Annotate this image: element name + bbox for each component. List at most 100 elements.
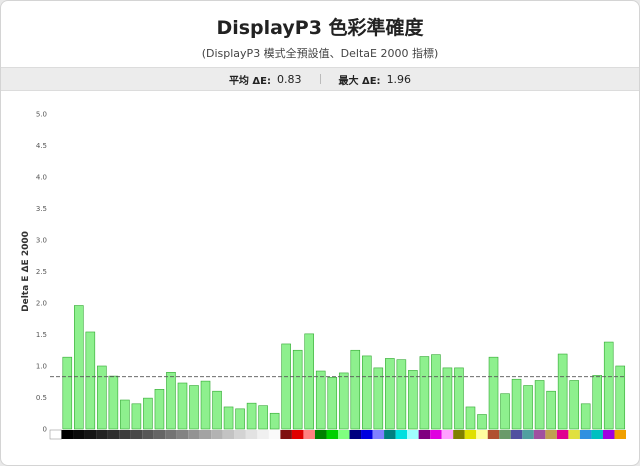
color-swatch bbox=[349, 430, 362, 439]
color-swatch bbox=[96, 430, 108, 439]
maximum-label: 最大 ΔE: bbox=[338, 75, 381, 87]
color-swatch bbox=[510, 430, 523, 439]
bar bbox=[431, 354, 441, 430]
color-swatch bbox=[522, 430, 534, 439]
color-swatch bbox=[430, 430, 442, 439]
stats-bar: 平均 ΔE: 0.83 最大 ΔE: 1.96 bbox=[1, 67, 639, 91]
y-tick-label: 1.5 bbox=[36, 331, 47, 339]
bar bbox=[166, 371, 176, 430]
color-swatch bbox=[533, 430, 546, 439]
bar bbox=[327, 377, 338, 430]
color-swatch bbox=[407, 430, 419, 439]
color-swatch bbox=[107, 430, 120, 439]
bar bbox=[546, 390, 556, 430]
bar bbox=[62, 356, 73, 430]
bar bbox=[603, 341, 614, 430]
y-tick-label: 3.5 bbox=[36, 205, 47, 213]
bar bbox=[74, 305, 84, 430]
chart-title: DisplayP3 色彩準確度 bbox=[216, 17, 424, 39]
bar bbox=[465, 406, 476, 430]
bar bbox=[592, 375, 602, 430]
color-swatch bbox=[280, 430, 292, 439]
color-swatch bbox=[602, 430, 615, 439]
color-swatch bbox=[545, 430, 557, 439]
color-swatch bbox=[165, 430, 177, 439]
bar bbox=[212, 390, 222, 430]
color-swatch bbox=[234, 430, 246, 439]
bar bbox=[557, 353, 568, 430]
stats-divider bbox=[319, 74, 321, 84]
bar bbox=[85, 331, 96, 430]
y-tick-label: 0.5 bbox=[36, 394, 47, 402]
bar bbox=[200, 380, 211, 430]
bar bbox=[385, 358, 395, 430]
average-label: 平均 ΔE: bbox=[228, 75, 271, 87]
bar bbox=[500, 393, 510, 430]
color-swatch bbox=[384, 430, 396, 439]
bar bbox=[338, 372, 349, 430]
maximum-stat: 最大 ΔE: 1.96 bbox=[339, 72, 412, 87]
bar bbox=[258, 405, 268, 430]
color-swatch bbox=[487, 430, 500, 439]
color-swatch bbox=[245, 430, 258, 439]
color-swatch bbox=[372, 430, 385, 439]
bar bbox=[304, 333, 314, 430]
bar bbox=[281, 343, 291, 430]
y-tick-label: 2.0 bbox=[36, 300, 47, 308]
color-swatch bbox=[303, 430, 315, 439]
bar bbox=[534, 380, 545, 430]
color-swatch bbox=[199, 430, 212, 439]
color-swatch bbox=[326, 430, 338, 439]
color-swatch bbox=[119, 430, 131, 439]
color-swatch bbox=[338, 430, 350, 439]
bar bbox=[235, 408, 245, 430]
color-swatch bbox=[614, 430, 626, 439]
bar bbox=[269, 412, 280, 430]
y-tick-label: 1.0 bbox=[36, 363, 47, 371]
color-swatch bbox=[142, 430, 154, 439]
color-swatch bbox=[257, 430, 269, 439]
bar bbox=[120, 399, 130, 430]
average-value: 0.83 bbox=[277, 72, 302, 86]
bar bbox=[292, 349, 303, 430]
color-swatch bbox=[188, 430, 200, 439]
y-tick-label: 0 bbox=[43, 426, 47, 434]
y-tick-label: 5.0 bbox=[36, 111, 47, 119]
chart-card: DisplayP3 色彩準確度 (DisplayP3 模式全預設值、DeltaE… bbox=[0, 0, 640, 466]
bar bbox=[177, 382, 188, 430]
color-swatch bbox=[73, 430, 85, 439]
color-swatch bbox=[476, 430, 488, 439]
bar-chart: Delta E ΔE 2000 0 0.5 1.0 1.5 2.0 2.5 3.0 3.5 4.0… bbox=[21, 111, 626, 440]
color-swatch bbox=[361, 430, 373, 439]
bar bbox=[315, 370, 326, 430]
color-swatch bbox=[314, 430, 327, 439]
color-swatch bbox=[84, 430, 97, 439]
bar bbox=[350, 349, 361, 430]
y-tick-label: 2.5 bbox=[36, 268, 47, 276]
bar bbox=[396, 359, 407, 430]
bar bbox=[615, 365, 626, 430]
color-swatch bbox=[395, 430, 408, 439]
bar bbox=[223, 406, 234, 430]
bar bbox=[523, 385, 533, 430]
color-swatch bbox=[579, 430, 592, 439]
y-axis-label: Delta E ΔE 2000 bbox=[21, 231, 31, 312]
color-swatch bbox=[453, 430, 465, 439]
color-swatch bbox=[441, 430, 454, 439]
color-swatch bbox=[222, 430, 235, 439]
color-swatch bbox=[499, 430, 511, 439]
bar bbox=[246, 402, 257, 430]
bar bbox=[154, 389, 165, 430]
bar bbox=[131, 403, 142, 430]
bar bbox=[419, 356, 430, 430]
color-swatch bbox=[418, 430, 431, 439]
color-swatch bbox=[49, 429, 62, 440]
chart-subtitle: (DisplayP3 模式全預設值、DeltaE 2000 指標) bbox=[201, 47, 439, 60]
color-swatch bbox=[464, 430, 477, 439]
average-stat: 平均 ΔE: 0.83 bbox=[229, 72, 302, 87]
color-swatch bbox=[176, 430, 189, 439]
color-swatch bbox=[153, 430, 166, 439]
y-tick-label: 4.5 bbox=[36, 142, 47, 150]
bar bbox=[97, 365, 107, 430]
color-swatch bbox=[291, 430, 304, 439]
